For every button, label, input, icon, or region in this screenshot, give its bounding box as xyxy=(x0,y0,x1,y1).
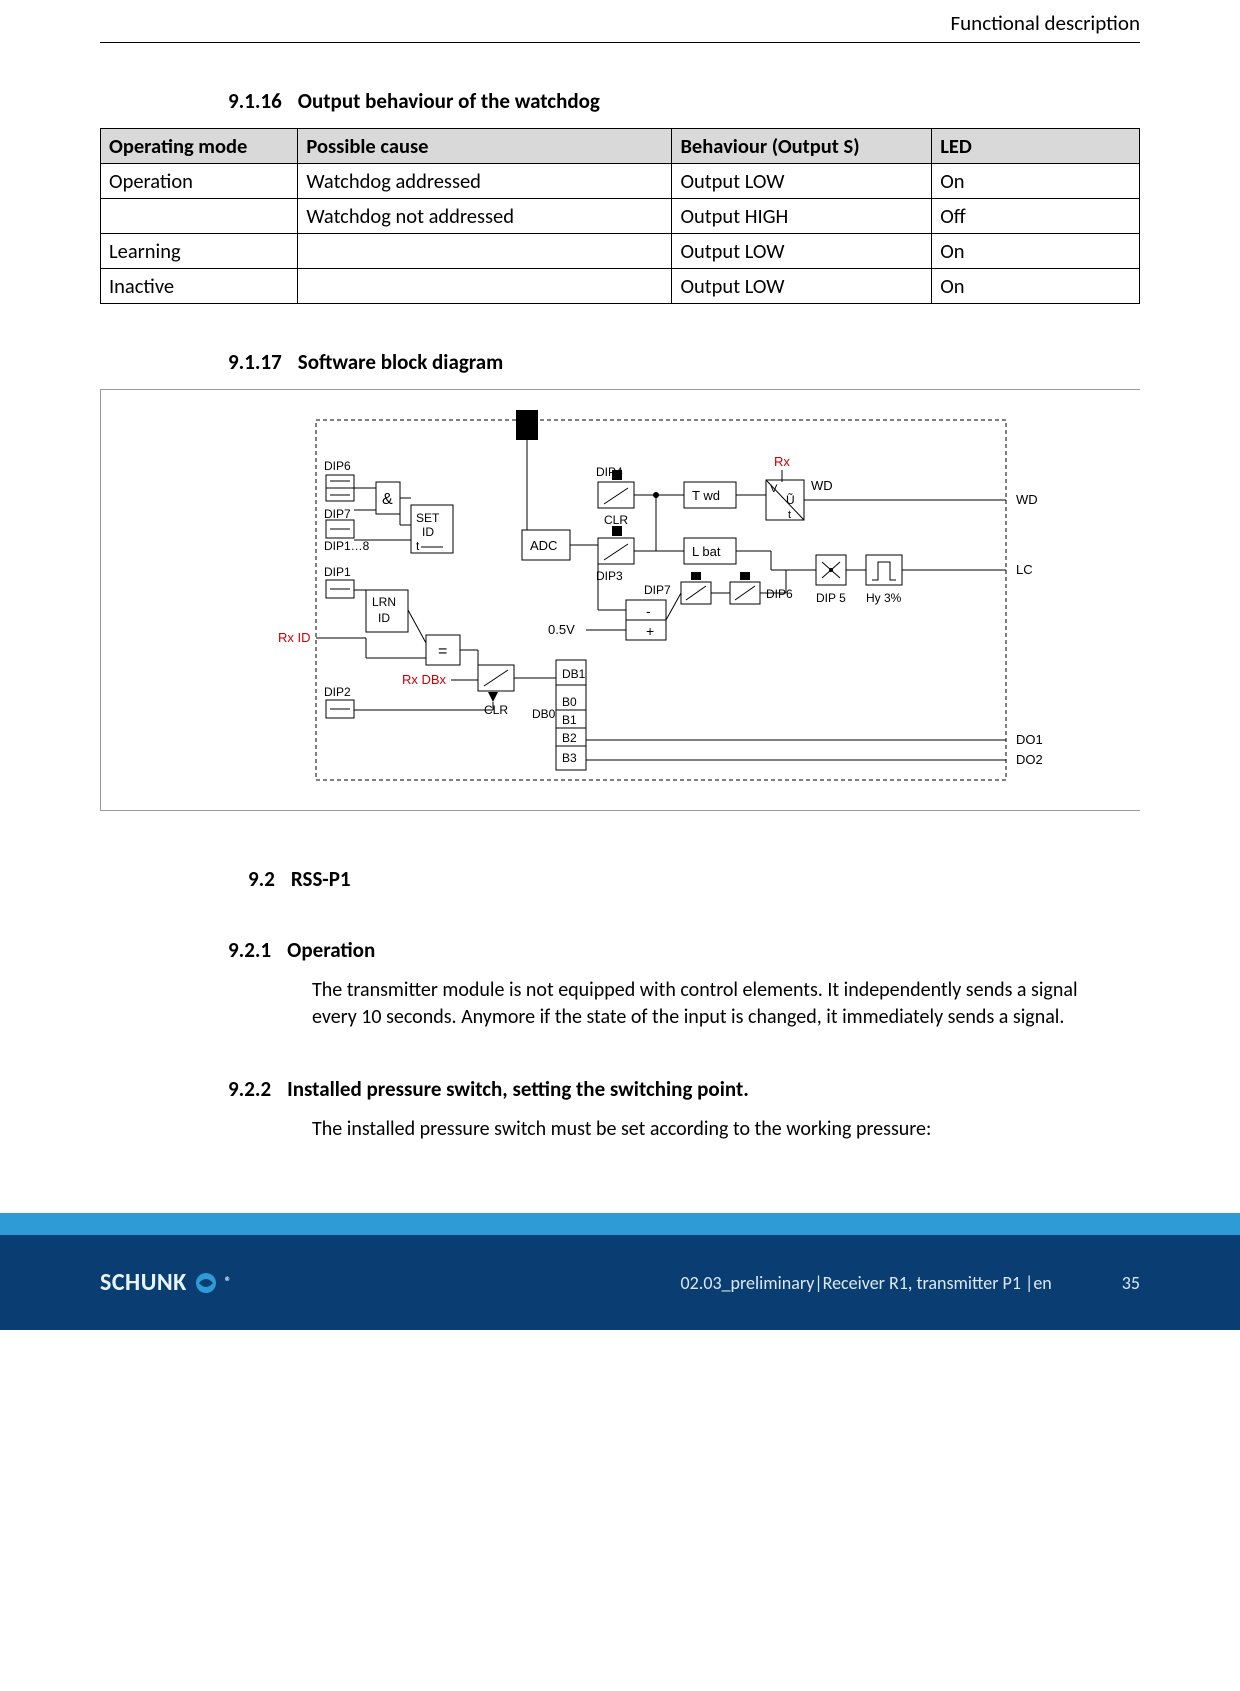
cell: Output LOW xyxy=(672,234,932,269)
footer-doc-id: 02.03_preliminary|Receiver R1, transmitt… xyxy=(681,1272,1052,1294)
heading-9-1-17: 9.1.17 Software block diagram xyxy=(228,349,1140,375)
label-amp: & xyxy=(382,491,393,508)
cell: Watchdog not addressed xyxy=(298,199,672,234)
th-behaviour: Behaviour (Output S) xyxy=(672,129,932,164)
label-clr: CLR xyxy=(604,513,628,527)
schunk-logo: SCHUNK ® xyxy=(100,1268,232,1297)
heading-9-2: 9.2 RSS-P1 xyxy=(248,866,1140,892)
logo-text: SCHUNK xyxy=(100,1268,187,1297)
cell xyxy=(298,269,672,304)
label-minus: - xyxy=(646,603,651,619)
table-row: Operation Watchdog addressed Output LOW … xyxy=(101,164,1140,199)
cell: On xyxy=(932,234,1140,269)
label-rx: Rx xyxy=(774,454,790,469)
label-dip7: DIP7 xyxy=(324,507,351,521)
label-b3: B3 xyxy=(562,751,577,765)
label-lrn: LRN xyxy=(372,595,396,609)
table-watchdog-behaviour: Operating mode Possible cause Behaviour … xyxy=(100,128,1140,304)
heading-9-1-16: 9.1.16 Output behaviour of the watchdog xyxy=(228,88,1140,114)
cell xyxy=(298,234,672,269)
heading-9-2-1: 9.2.1 Operation xyxy=(228,937,1140,963)
label-id2: ID xyxy=(378,611,390,625)
label-id: ID xyxy=(422,525,434,539)
label-tbox: t xyxy=(788,509,791,521)
label-t: t xyxy=(416,539,420,553)
heading-number: 9.2.1 xyxy=(228,937,271,963)
cell: On xyxy=(932,269,1140,304)
label-dip3: DIP3 xyxy=(596,569,623,583)
cell: Output HIGH xyxy=(672,199,932,234)
footer-accent-bar xyxy=(0,1213,1240,1235)
heading-number: 9.2 xyxy=(248,866,275,892)
label-hy: Hy 3% xyxy=(866,591,902,605)
label-lc: LC xyxy=(1016,562,1033,577)
label-05v: 0.5V xyxy=(548,622,575,637)
table-row: Learning Output LOW On xyxy=(101,234,1140,269)
heading-number: 9.1.17 xyxy=(228,349,282,375)
label-lbat: L bat xyxy=(692,544,721,559)
software-block-diagram: DIP6 DIP7 DIP1…8 DIP1 DIP2 & SET ID t LR… xyxy=(100,389,1140,811)
label-u: Ũ xyxy=(786,492,795,507)
label-b2: B2 xyxy=(562,731,577,745)
cell: Operation xyxy=(101,164,298,199)
label-dip1: DIP1 xyxy=(324,565,351,579)
paragraph-921: The transmitter module is not equipped w… xyxy=(312,977,1110,1031)
page-header: Functional description xyxy=(100,0,1140,43)
label-db0: DB0 xyxy=(532,707,556,721)
table-row: Watchdog not addressed Output HIGH Off xyxy=(101,199,1140,234)
label-wd2: WD xyxy=(1016,492,1038,507)
registered-icon: ® xyxy=(225,1275,232,1290)
label-dip7b: DIP7 xyxy=(644,583,671,597)
label-adc: ADC xyxy=(530,538,557,553)
label-dip2: DIP2 xyxy=(324,685,351,699)
cell xyxy=(101,199,298,234)
label-set: SET xyxy=(416,511,440,525)
label-b0: B0 xyxy=(562,695,577,709)
heading-9-2-2: 9.2.2 Installed pressure switch, setting… xyxy=(228,1076,1140,1102)
label-dip6b: DIP6 xyxy=(766,587,793,601)
label-eq: = xyxy=(438,643,447,660)
th-led: LED xyxy=(932,129,1140,164)
block-diagram-svg: DIP6 DIP7 DIP1…8 DIP1 DIP2 & SET ID t LR… xyxy=(226,410,1106,790)
logo-icon xyxy=(193,1270,219,1296)
label-plus: + xyxy=(646,623,654,639)
label-dip1-8: DIP1…8 xyxy=(324,539,370,553)
label-do2: DO2 xyxy=(1016,752,1043,767)
heading-number: 9.2.2 xyxy=(228,1076,271,1102)
header-section-title: Functional description xyxy=(951,10,1141,36)
label-dip6: DIP6 xyxy=(324,459,351,473)
label-do1: DO1 xyxy=(1016,732,1043,747)
label-b1: B1 xyxy=(562,713,577,727)
cell: Off xyxy=(932,199,1140,234)
cell: Output LOW xyxy=(672,269,932,304)
label-rxid: Rx ID xyxy=(278,630,311,645)
table-row: Inactive Output LOW On xyxy=(101,269,1140,304)
page-footer: SCHUNK ® 02.03_preliminary|Receiver R1, … xyxy=(0,1213,1240,1330)
heading-title: Operation xyxy=(287,937,375,963)
table-header-row: Operating mode Possible cause Behaviour … xyxy=(101,129,1140,164)
heading-title: RSS-P1 xyxy=(291,866,351,892)
th-possible-cause: Possible cause xyxy=(298,129,672,164)
heading-title: Output behaviour of the watchdog xyxy=(298,88,600,114)
cell: On xyxy=(932,164,1140,199)
paragraph-922: The installed pressure switch must be se… xyxy=(312,1116,1110,1143)
cell: Output LOW xyxy=(672,164,932,199)
cell: Inactive xyxy=(101,269,298,304)
label-rxdbx: Rx DBx xyxy=(402,672,447,687)
heading-title: Installed pressure switch, setting the s… xyxy=(287,1076,749,1102)
cell: Learning xyxy=(101,234,298,269)
th-operating-mode: Operating mode xyxy=(101,129,298,164)
cell: Watchdog addressed xyxy=(298,164,672,199)
label-v: V xyxy=(770,483,778,495)
heading-title: Software block diagram xyxy=(298,349,503,375)
label-wd: WD xyxy=(811,478,833,493)
footer-page-number: 35 xyxy=(1122,1272,1140,1294)
label-twd: T wd xyxy=(692,488,720,503)
heading-number: 9.1.16 xyxy=(228,88,282,114)
label-db1: DB1 xyxy=(562,667,586,681)
label-dip5: DIP 5 xyxy=(816,591,846,605)
